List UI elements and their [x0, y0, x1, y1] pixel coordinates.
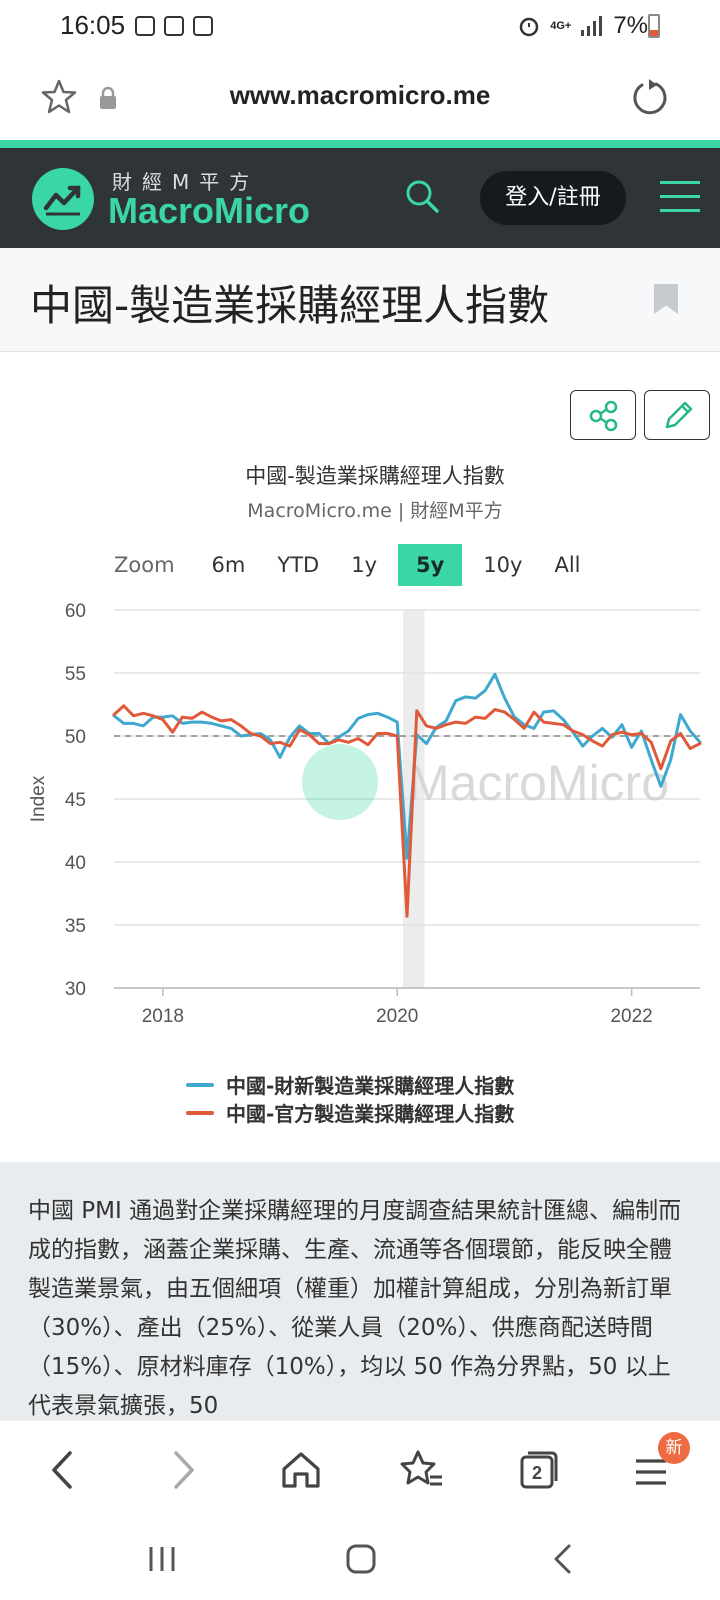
y-tick-label: 45	[65, 790, 86, 811]
zoom-ytd-button[interactable]: YTD	[266, 544, 330, 586]
tabs-icon[interactable]: 2	[514, 1445, 564, 1495]
network-type: 4G+	[550, 19, 572, 32]
chart-title: 中國-製造業採購經理人指數	[245, 464, 505, 488]
home-icon[interactable]	[276, 1445, 326, 1495]
zoom-5y-button[interactable]: 5y	[398, 544, 463, 586]
gallery-icon	[135, 16, 155, 36]
x-tick-label: 2022	[610, 1006, 652, 1027]
status-right: 4G+ 7%	[518, 12, 648, 40]
timer-icon	[193, 16, 213, 36]
description-panel: 中國 PMI 通過對企業採購經理的月度調查結果統計匯總、編制而成的指數，涵蓋企業…	[0, 1162, 720, 1420]
page-title: 中國-製造業採購經理人指數	[30, 281, 550, 330]
battery-icon	[648, 14, 660, 38]
share-button[interactable]	[570, 390, 636, 440]
status-time: 16:05	[60, 10, 126, 40]
zoom-10y-button[interactable]: 10y	[472, 544, 533, 586]
legend-item-official[interactable]: 中國-官方製造業採購經理人指數	[186, 1098, 514, 1127]
login-register-button[interactable]: 登入/註冊	[480, 171, 626, 225]
alert-icon	[164, 16, 184, 36]
system-nav-bar	[0, 1520, 720, 1600]
x-tick-label: 2020	[376, 1006, 418, 1027]
share-icon	[589, 400, 618, 432]
zoom-label: Zoom	[114, 553, 175, 577]
progress-accent-line	[0, 140, 720, 148]
status-bar: 16:05 4G+ 7%	[0, 0, 720, 56]
search-icon[interactable]	[404, 178, 440, 214]
forward-icon[interactable]	[158, 1445, 208, 1495]
back-icon[interactable]	[38, 1445, 88, 1495]
signal-icon	[581, 16, 603, 36]
bookmark-icon[interactable]	[654, 284, 678, 314]
notification-icons	[135, 16, 213, 36]
pmi-line-chart[interactable]: 60 55 50 45 40 35 30 Index 2018 2020 2022 MacroMicr…	[0, 590, 720, 1040]
zoom-selector: Zoom 6m YTD 1y 5y 10y All	[114, 544, 602, 586]
y-tick-label: 40	[65, 853, 86, 874]
y-tick-label: 50	[65, 727, 86, 748]
legend-swatch-official	[186, 1110, 214, 1115]
alarm-icon	[519, 17, 539, 37]
y-tick-label: 30	[65, 979, 86, 1000]
y-axis-label: Index	[28, 775, 49, 822]
logo-icon[interactable]	[32, 168, 94, 230]
battery-percent: 7%	[613, 12, 648, 39]
x-tick-label: 2018	[142, 1006, 184, 1027]
zoom-all-button[interactable]: All	[543, 544, 591, 586]
tabs-count: 2	[532, 1463, 542, 1483]
bookmarks-icon[interactable]	[396, 1445, 446, 1495]
zoom-6m-button[interactable]: 6m	[201, 544, 257, 586]
zoom-1y-button[interactable]: 1y	[340, 544, 388, 586]
new-badge: 新	[658, 1432, 690, 1464]
description-text: 中國 PMI 通過對企業採購經理的月度調查結果統計匯總、編制而成的指數，涵蓋企業…	[28, 1198, 682, 1419]
legend-item-caixin[interactable]: 中國-財新製造業採購經理人指數	[186, 1070, 514, 1099]
y-tick-label: 55	[65, 664, 86, 685]
y-tick-label: 60	[65, 601, 86, 622]
legend-label-official: 中國-官方製造業採購經理人指數	[226, 1102, 515, 1126]
watermark-logo	[302, 744, 378, 820]
recent-apps-icon[interactable]	[146, 1544, 180, 1574]
logo-en-text: MacroMicro	[108, 190, 311, 231]
y-tick-label: 35	[65, 916, 86, 937]
pencil-icon	[665, 401, 693, 429]
chart-subtitle: MacroMicro.me | 財經M平方	[247, 500, 503, 522]
home-button-icon[interactable]	[344, 1542, 378, 1576]
watermark-text: MacroMicro	[408, 755, 669, 811]
site-header: 財經M平方 MacroMicro 登入/註冊	[0, 148, 720, 248]
system-back-icon[interactable]	[548, 1542, 578, 1576]
legend-label-caixin: 中國-財新製造業採購經理人指數	[226, 1074, 515, 1098]
page-title-bar: 中國-製造業採購經理人指數	[0, 248, 720, 352]
browser-bottom-nav: 2	[0, 1420, 720, 1520]
edit-button[interactable]	[644, 390, 710, 440]
menu-icon[interactable]	[660, 181, 700, 213]
legend-swatch-caixin	[186, 1082, 214, 1087]
browser-address-bar: www.macromicro.me	[0, 56, 720, 140]
url-text[interactable]: www.macromicro.me	[0, 80, 720, 111]
reload-icon[interactable]	[630, 78, 668, 116]
